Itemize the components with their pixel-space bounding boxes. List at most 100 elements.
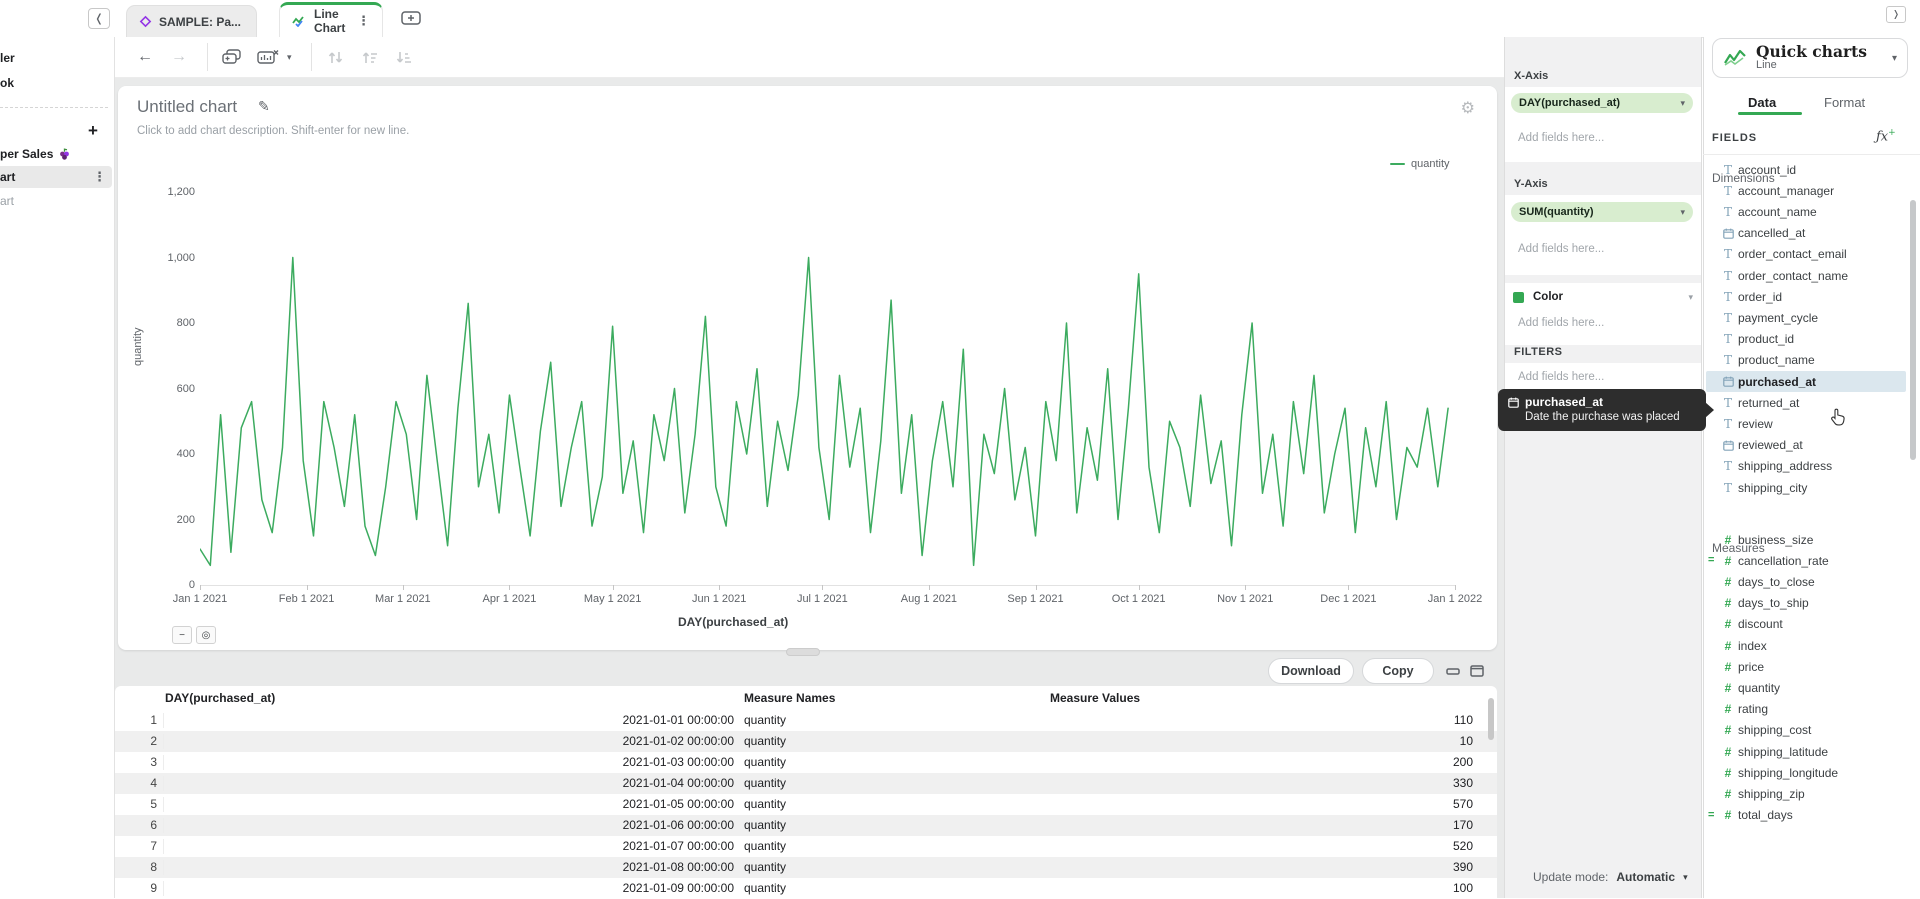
y-axis-shelf[interactable]: SUM(quantity) ▾ Add fields here... bbox=[1505, 195, 1701, 275]
dimension-item-product_name[interactable]: Tproduct_name bbox=[1706, 350, 1906, 371]
column-header-measure-values[interactable]: Measure Values bbox=[1050, 691, 1140, 705]
measure-item-discount[interactable]: #discount bbox=[1706, 614, 1906, 635]
measure-item-total_days[interactable]: =#total_days bbox=[1706, 805, 1906, 826]
table-row[interactable]: 52021-01-05 00:00:00quantity570 bbox=[115, 794, 1497, 815]
measure-item-days_to_close[interactable]: #days_to_close bbox=[1706, 571, 1906, 592]
table-row[interactable]: 82021-01-08 00:00:00quantity390 bbox=[115, 857, 1497, 878]
measure-item-shipping_zip[interactable]: #shipping_zip bbox=[1706, 783, 1906, 804]
expand-table-icon[interactable] bbox=[1470, 664, 1484, 682]
dimension-item-shipping_address[interactable]: Tshipping_address bbox=[1706, 456, 1906, 477]
edit-pencil-icon[interactable]: ✎ bbox=[258, 98, 270, 115]
panel-resize-handle[interactable] bbox=[786, 648, 820, 656]
undo-back-icon[interactable]: ← bbox=[137, 46, 153, 68]
y-axis-field-pill[interactable]: SUM(quantity) ▾ bbox=[1511, 202, 1693, 222]
chevron-down-icon[interactable]: ▾ bbox=[1892, 53, 1897, 64]
panel-toggle-icon[interactable]: ❭ bbox=[1886, 6, 1906, 23]
redo-forward-icon[interactable]: → bbox=[171, 46, 187, 68]
chart-type-selector[interactable]: Quick charts Line ▾ bbox=[1712, 38, 1908, 78]
measure-item-index[interactable]: #index bbox=[1706, 635, 1906, 656]
chart-item-menu-icon[interactable]: ⋮ bbox=[93, 169, 106, 185]
tab-sample-workbook[interactable]: SAMPLE: Pa... bbox=[126, 5, 257, 37]
x-axis-shelf[interactable]: DAY(purchased_at) ▾ Add fields here... bbox=[1505, 87, 1701, 162]
table-row[interactable]: 92021-01-09 00:00:00quantity100 bbox=[115, 878, 1497, 899]
tab-menu-icon[interactable]: ⋮ bbox=[357, 13, 370, 29]
table-row[interactable]: 32021-01-03 00:00:00quantity200 bbox=[115, 752, 1497, 773]
chevron-down-icon[interactable]: ▾ bbox=[1680, 98, 1685, 109]
column-header-date[interactable]: DAY(purchased_at) bbox=[165, 691, 275, 705]
column-header-measure-names[interactable]: Measure Names bbox=[744, 691, 835, 705]
x-tick-mark bbox=[1245, 585, 1246, 590]
remove-chart-icon[interactable] bbox=[257, 46, 281, 68]
tab-format[interactable]: Format bbox=[1824, 95, 1865, 110]
sidebar-item-chart[interactable]: art bbox=[0, 190, 14, 212]
sort-swap-icon[interactable] bbox=[327, 46, 345, 68]
filters-add-fields[interactable]: Add fields here... bbox=[1518, 371, 1604, 383]
x-axis-add-fields[interactable]: Add fields here... bbox=[1518, 132, 1604, 144]
dimension-item-order_contact_email[interactable]: Torder_contact_email bbox=[1706, 244, 1906, 265]
y-axis-add-fields[interactable]: Add fields here... bbox=[1518, 243, 1604, 255]
zoom-reset-button[interactable]: ◎ bbox=[196, 626, 216, 644]
new-tab-icon[interactable] bbox=[400, 9, 426, 29]
chevron-down-icon[interactable]: ▾ bbox=[1688, 292, 1693, 303]
table-row[interactable]: 42021-01-04 00:00:00quantity330 bbox=[115, 773, 1497, 794]
color-shelf-row[interactable]: Color ▾ bbox=[1513, 291, 1693, 303]
dimension-item-account_id[interactable]: Taccount_id bbox=[1706, 159, 1906, 180]
dimension-item-cancelled_at[interactable]: cancelled_at bbox=[1706, 223, 1906, 244]
chevron-down-icon[interactable]: ▾ bbox=[1683, 872, 1688, 883]
tab-line-chart[interactable]: Line Chart ⋮ bbox=[279, 2, 383, 37]
table-row[interactable]: 22021-01-02 00:00:00quantity10 bbox=[115, 731, 1497, 752]
measure-item-cancellation_rate[interactable]: =#cancellation_rate bbox=[1706, 550, 1906, 571]
table-row[interactable]: 72021-01-07 00:00:00quantity520 bbox=[115, 836, 1497, 857]
x-tick-mark bbox=[1348, 585, 1349, 590]
dimension-item-returned_at[interactable]: Treturned_at bbox=[1706, 392, 1906, 413]
table-scrollbar[interactable] bbox=[1488, 698, 1494, 740]
x-axis-field-pill[interactable]: DAY(purchased_at) ▾ bbox=[1511, 93, 1693, 113]
chart-settings-gear-icon[interactable]: ⚙ bbox=[1461, 98, 1475, 118]
sidebar-item-workbook[interactable]: per Sales bbox=[0, 143, 71, 165]
copy-button[interactable]: Copy bbox=[1362, 658, 1434, 684]
color-add-fields[interactable]: Add fields here... bbox=[1518, 317, 1604, 329]
measure-item-quantity[interactable]: #quantity bbox=[1706, 677, 1906, 698]
color-shelf[interactable]: Color ▾ Add fields here... bbox=[1505, 283, 1701, 345]
chart-title[interactable]: Untitled chart bbox=[137, 97, 237, 117]
measure-item-rating[interactable]: #rating bbox=[1706, 699, 1906, 720]
measure-item-days_to_ship[interactable]: #days_to_ship bbox=[1706, 593, 1906, 614]
line-chart-plot[interactable] bbox=[200, 192, 1455, 586]
tab-data[interactable]: Data bbox=[1748, 95, 1776, 110]
dimension-item-order_id[interactable]: Torder_id bbox=[1706, 286, 1906, 307]
dimension-item-order_contact_name[interactable]: Torder_contact_name bbox=[1706, 265, 1906, 286]
dimension-item-review[interactable]: Treview bbox=[1706, 413, 1906, 434]
measure-item-shipping_longitude[interactable]: #shipping_longitude bbox=[1706, 762, 1906, 783]
sidebar-item-chart-active[interactable]: art ⋮ bbox=[0, 166, 112, 188]
zoom-out-button[interactable]: − bbox=[172, 626, 192, 644]
sidebar-item-fragment[interactable]: ler bbox=[0, 51, 15, 65]
dimension-item-product_id[interactable]: Tproduct_id bbox=[1706, 329, 1906, 350]
sidebar-item-fragment[interactable]: ok bbox=[0, 76, 14, 90]
dimension-item-payment_cycle[interactable]: Tpayment_cycle bbox=[1706, 307, 1906, 328]
add-calculated-field-icon[interactable]: ƒx+ bbox=[1876, 128, 1896, 144]
chart-description-placeholder[interactable]: Click to add chart description. Shift-en… bbox=[137, 125, 409, 137]
download-button[interactable]: Download bbox=[1268, 658, 1354, 684]
measure-item-business_size[interactable]: #business_size bbox=[1706, 529, 1906, 550]
dimension-item-account_manager[interactable]: Taccount_manager bbox=[1706, 180, 1906, 201]
measure-item-shipping_latitude[interactable]: #shipping_latitude bbox=[1706, 741, 1906, 762]
update-mode-row[interactable]: Update mode: Automatic ▾ bbox=[1533, 870, 1688, 884]
table-row[interactable]: 62021-01-06 00:00:00quantity170 bbox=[115, 815, 1497, 836]
fields-scrollbar[interactable] bbox=[1910, 200, 1916, 460]
dimension-item-purchased_at[interactable]: purchased_at bbox=[1706, 371, 1906, 392]
sort-ascending-icon[interactable] bbox=[361, 46, 379, 68]
chart-type-dropdown-chevron[interactable]: ▾ bbox=[287, 46, 292, 68]
collapse-table-icon[interactable] bbox=[1446, 664, 1460, 682]
measure-item-price[interactable]: #price bbox=[1706, 656, 1906, 677]
dimension-item-shipping_city[interactable]: Tshipping_city bbox=[1706, 477, 1906, 498]
table-row[interactable]: 12021-01-01 00:00:00quantity110 bbox=[115, 710, 1497, 731]
dimension-item-account_name[interactable]: Taccount_name bbox=[1706, 201, 1906, 222]
measure-item-shipping_cost[interactable]: #shipping_cost bbox=[1706, 720, 1906, 741]
chevron-down-icon[interactable]: ▾ bbox=[1680, 207, 1685, 218]
sidebar-collapse-icon[interactable]: ❬ bbox=[88, 8, 110, 29]
duplicate-chart-icon[interactable] bbox=[221, 46, 243, 68]
add-chart-button[interactable]: + bbox=[88, 121, 98, 141]
dimension-item-reviewed_at[interactable]: reviewed_at bbox=[1706, 435, 1906, 456]
update-mode-value[interactable]: Automatic bbox=[1616, 870, 1675, 884]
sort-descending-icon[interactable] bbox=[395, 46, 413, 68]
